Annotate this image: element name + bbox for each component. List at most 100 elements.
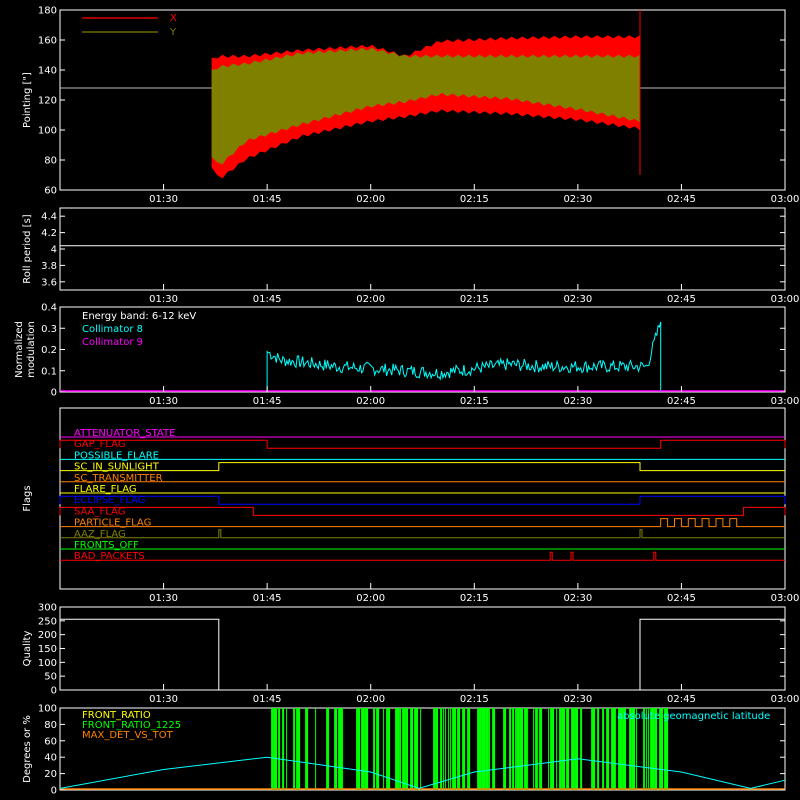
x-tick-label: 01:30 [149, 294, 178, 305]
energy-band-annotation: Energy band: 6-12 keV [82, 311, 196, 322]
legend-label: absolute geomagnetic latitude [617, 711, 770, 722]
flag-line-aaz-flag [60, 529, 785, 539]
flag-label: FLARE_FLAG [74, 484, 137, 495]
x-tick-label: 03:00 [771, 294, 800, 305]
x-tick-label: 02:45 [667, 694, 696, 705]
x-tick-label: 01:30 [149, 396, 178, 407]
flag-line-saa-flag [59, 506, 786, 516]
x-tick-label: 02:30 [563, 593, 592, 604]
flag-line-sc-in-sunlight [60, 462, 785, 472]
y-tick-label: 180 [38, 6, 57, 17]
y-tick-label: 80 [44, 720, 57, 731]
x-tick-label: 01:45 [253, 694, 282, 705]
y-tick-label: 50 [44, 672, 57, 683]
legend-label: X [170, 13, 177, 24]
panel-frame-1 [59, 207, 786, 291]
x-tick-label: 01:30 [149, 593, 178, 604]
y-tick-label: 0 [51, 686, 57, 697]
flag-label: POSSIBLE_FLARE [74, 450, 159, 461]
y-tick-label: 250 [38, 616, 57, 627]
y-tick-label: 300 [38, 603, 57, 614]
x-tick-label: 02:00 [356, 593, 385, 604]
x-tick-label: 02:45 [667, 593, 696, 604]
x-tick-label: 03:00 [771, 194, 800, 205]
y-axis-label: Normalizedmodulation [14, 321, 37, 378]
y-tick-label: 150 [38, 644, 57, 655]
x-tick-label: 02:00 [356, 396, 385, 407]
y-tick-label: 200 [38, 630, 57, 641]
y-tick-label: 20 [44, 769, 57, 780]
x-tick-label: 03:00 [771, 593, 800, 604]
y-tick-label: 160 [38, 36, 57, 47]
y-tick-label: 0.1 [41, 366, 57, 377]
geomagnetic-latitude-line [59, 756, 786, 789]
flag-label: ATTENUATOR_STATE [74, 428, 175, 439]
y-axis-label: Quality [22, 631, 33, 667]
y-axis-label: Roll period [s] [22, 214, 33, 283]
y-axis-label: Degrees or % [22, 715, 33, 783]
legend-label: Collimator 9 [82, 337, 143, 348]
x-tick-label: 02:30 [563, 294, 592, 305]
chart-figure: XY 60 80 100 120 140 160 180 01:30 01:45 02:00 02:1… [14, 6, 800, 797]
y-tick-label: 80 [44, 156, 57, 167]
x-tick-label: 01:45 [253, 294, 282, 305]
flag-label: FRONTS_OFF [74, 540, 139, 551]
legend-label: Y [169, 27, 177, 38]
flag-label: GAP_FLAG [74, 439, 126, 450]
x-tick-label: 02:00 [356, 194, 385, 205]
flag-line-eclipse-flag [59, 495, 786, 505]
x-tick-label: 02:15 [460, 593, 489, 604]
y-tick-label: 60 [44, 186, 57, 197]
x-tick-label: 02:15 [460, 396, 489, 407]
y-tick-label: 3.6 [41, 277, 57, 288]
flag-label: ECLIPSE_FLAG [74, 495, 145, 506]
x-tick-label: 01:45 [253, 396, 282, 407]
y-tick-label: 0 [51, 388, 57, 399]
x-tick-label: 02:30 [563, 694, 592, 705]
x-tick-label: 02:30 [563, 194, 592, 205]
x-tick-label: 02:45 [667, 396, 696, 407]
legend-label: MAX_DET_VS_TOT [82, 730, 174, 741]
flag-label: PARTICLE_FLAG [74, 518, 151, 529]
y-tick-label: 140 [38, 66, 57, 77]
flag-label: SC_IN_SUNLIGHT [74, 462, 160, 473]
x-tick-label: 02:15 [460, 694, 489, 705]
flag-line-gap-flag [59, 439, 786, 449]
y-axis-label: Flags [22, 485, 33, 511]
x-tick-label: 02:15 [460, 194, 489, 205]
y-tick-label: 0 [51, 786, 57, 797]
y-tick-label: 0.3 [41, 324, 57, 335]
x-tick-label: 02:30 [563, 396, 592, 407]
y-tick-label: 60 [44, 736, 57, 747]
x-tick-label: 03:00 [771, 396, 800, 407]
quality-line [60, 618, 785, 691]
y-tick-label: 100 [38, 704, 57, 715]
x-tick-label: 01:30 [149, 694, 178, 705]
y-tick-label: 4 [51, 245, 57, 256]
y-tick-label: 3.8 [41, 261, 57, 272]
x-tick-label: 02:45 [667, 294, 696, 305]
flag-label: SC_TRANSMITTER [74, 473, 163, 484]
y-tick-label: 0.4 [41, 303, 57, 314]
y-tick-label: 4.2 [41, 228, 57, 239]
flag-line-particle-flag [60, 518, 785, 528]
x-tick-label: 01:45 [253, 194, 282, 205]
x-tick-label: 02:00 [356, 694, 385, 705]
x-tick-label: 01:30 [149, 194, 178, 205]
flag-label: BAD_PACKETS [74, 551, 145, 562]
x-tick-label: 02:15 [460, 294, 489, 305]
flag-line-bad-packets [60, 551, 785, 561]
y-tick-label: 0.2 [41, 345, 57, 356]
x-tick-label: 02:45 [667, 194, 696, 205]
x-tick-label: 01:45 [253, 593, 282, 604]
front-ratio-1225-bars [271, 708, 669, 790]
flag-label: SAA_FLAG [74, 506, 125, 517]
legend-label: Collimator 8 [82, 324, 143, 335]
y-axis-label: Pointing ["] [22, 72, 33, 128]
x-tick-label: 02:00 [356, 294, 385, 305]
y-tick-label: 40 [44, 753, 57, 764]
y-tick-label: 120 [38, 96, 57, 107]
x-tick-label: 03:00 [771, 694, 800, 705]
collimator-8-line [266, 321, 662, 392]
y-tick-label: 4.4 [41, 212, 57, 223]
